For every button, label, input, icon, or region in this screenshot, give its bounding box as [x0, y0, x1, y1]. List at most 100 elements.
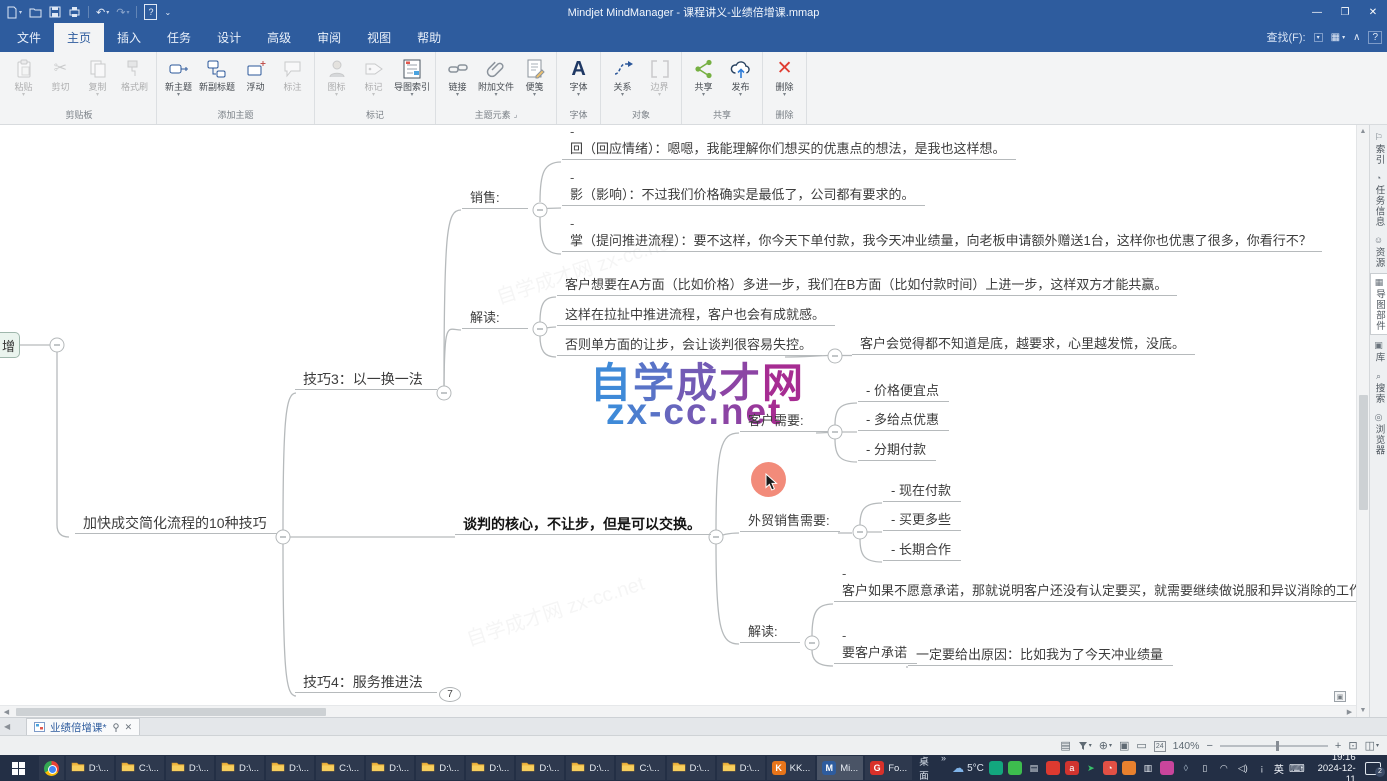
restore-button[interactable]: ❐	[1331, 0, 1359, 24]
chrome-app-button[interactable]	[39, 756, 64, 780]
document-tab[interactable]: 业绩倍增课* ✕	[26, 718, 140, 735]
folder-window-button-8[interactable]: D:\...	[416, 756, 464, 780]
schedule-icon[interactable]: 24	[1154, 741, 1166, 752]
phone-tray-icon[interactable]: ▯	[1198, 761, 1212, 775]
save-icon[interactable]	[49, 4, 61, 20]
pointer-tray-icon[interactable]: ➤	[1084, 761, 1098, 775]
vertical-scrollbar[interactable]: ▲ ▼	[1356, 125, 1369, 717]
floating-topic-button[interactable]: 浮动	[237, 53, 274, 106]
topic-sales[interactable]: 销售:	[462, 189, 528, 209]
topic-sales-need[interactable]: 外贸销售需要:	[740, 512, 840, 532]
horizontal-scroll-thumb[interactable]	[16, 708, 326, 716]
collapse-ribbon-icon[interactable]: ∧	[1353, 32, 1360, 43]
fit-topic-icon[interactable]: ▣	[1119, 740, 1129, 752]
scroll-right-icon[interactable]: ▶	[1343, 708, 1356, 716]
tab-scroll-left-icon[interactable]: ◀	[0, 718, 26, 735]
close-tab-icon[interactable]: ✕	[125, 722, 133, 733]
new-document-icon[interactable]: ▾	[6, 4, 22, 20]
stats-tray-icon[interactable]: ▥	[1141, 761, 1155, 775]
g-app-button[interactable]: GFo...	[865, 756, 912, 780]
map-properties-icon[interactable]: ▤	[1060, 740, 1070, 752]
new-topic-button[interactable]: 新主题▾	[160, 53, 197, 106]
folder-window-button-4[interactable]: D:\...	[216, 756, 264, 780]
presentation-icon[interactable]: ◫▾	[1365, 740, 1379, 752]
horizontal-scrollbar[interactable]: ◀ ▶	[0, 705, 1356, 717]
scroll-up-icon[interactable]: ▲	[1357, 125, 1369, 138]
font-button[interactable]: A字体▾	[560, 53, 597, 106]
share-button[interactable]: 共享▾	[685, 53, 722, 106]
folder-window-button-9[interactable]: D:\...	[466, 756, 514, 780]
ribbon-tab-视图[interactable]: 视图	[354, 23, 404, 52]
ribbon-help-icon[interactable]: ?	[1368, 31, 1382, 44]
folder-window-button-12[interactable]: C:\...	[616, 756, 664, 780]
zoom-slider[interactable]	[1220, 745, 1328, 747]
zoom-in-icon[interactable]: +	[1335, 740, 1341, 752]
wechat-tray-icon[interactable]	[1008, 761, 1022, 775]
topic-customer-need[interactable]: 客户需要:	[740, 412, 828, 432]
filter-icon[interactable]: ▾	[1078, 740, 1092, 752]
dialog-launcher-icon[interactable]: ⌟	[514, 110, 518, 119]
topic-lache[interactable]: 这样在拉扯中推进流程，客户也会有成就感。	[557, 306, 835, 326]
scroll-left-icon[interactable]: ◀	[0, 708, 13, 716]
capture-tray-icon[interactable]	[989, 761, 1003, 775]
ribbon-tab-审阅[interactable]: 审阅	[304, 23, 354, 52]
topic-main[interactable]: 加快成交简化流程的10种技巧	[75, 514, 277, 534]
folder-window-button-14[interactable]: D:\...	[717, 756, 765, 780]
topic-long-term[interactable]: - 长期合作	[883, 541, 961, 561]
topic-hui[interactable]: -回（回应情绪）：嗯嗯，我能理解你们想买的优惠点的想法，是我也这样想。	[562, 125, 1016, 160]
folder-window-button-5[interactable]: D:\...	[266, 756, 314, 780]
pane-tab-导图部件[interactable]: ▦导图部件	[1370, 273, 1387, 335]
action-center-icon[interactable]: 2	[1365, 762, 1381, 775]
mindmanager-app-button[interactable]: MMi...	[817, 756, 863, 780]
help-icon[interactable]: ?	[144, 4, 157, 20]
microphone-tray-icon[interactable]: ¡	[1255, 761, 1269, 775]
topic-buy-more[interactable]: - 买更多些	[883, 511, 961, 531]
scroll-down-icon[interactable]: ▼	[1357, 704, 1369, 717]
topic-give-reason[interactable]: 一定要给出原因：比如我为了今天冲业绩量	[908, 646, 1173, 666]
aliwangwang-tray-icon[interactable]: a	[1065, 761, 1079, 775]
topic-juede[interactable]: 客户会觉得都不知道是底，越要求，心里越发慌，没底。	[852, 335, 1195, 355]
ribbon-tab-插入[interactable]: 插入	[104, 23, 154, 52]
publish-button[interactable]: 发布▾	[722, 53, 759, 106]
topic-commit-long[interactable]: -客户如果不愿意承诺，那就说明客户还没有认定要买，就需要继续做说服和异议消除的工…	[834, 565, 1356, 602]
topic-tech3[interactable]: 技巧3：以一换一法	[295, 370, 437, 390]
topic-ying[interactable]: -影（影响）：不过我们价格确实是最低了，公司都有要求的。	[562, 169, 925, 206]
folder-window-button-3[interactable]: D:\...	[166, 756, 214, 780]
notes-button[interactable]: 便笺▾	[516, 53, 553, 106]
folder-window-button-7[interactable]: D:\...	[366, 756, 414, 780]
clock[interactable]: 19:162024-12-11	[1310, 752, 1356, 781]
pie-tray-icon[interactable]: ◔	[1103, 761, 1117, 775]
fit-page-icon[interactable]: ▭	[1136, 740, 1146, 752]
minimize-button[interactable]: —	[1303, 0, 1331, 24]
volume-tray-icon[interactable]: ◁)	[1236, 761, 1250, 775]
overflow-chevron-icon[interactable]: »	[941, 754, 946, 762]
pane-tab-资源[interactable]: ☺资源	[1370, 232, 1387, 271]
close-button[interactable]: ✕	[1359, 0, 1387, 24]
touch-keyboard-icon[interactable]: ⌨	[1289, 762, 1305, 775]
topic-discount[interactable]: - 多给点优惠	[858, 411, 949, 431]
start-button[interactable]	[0, 755, 38, 781]
zoom-slider-thumb[interactable]	[1276, 741, 1279, 751]
topic-win-win[interactable]: 客户想要在A方面（比如价格）多进一步，我们在B方面（比如付款时间）上进一步，这样…	[557, 276, 1177, 296]
topic-installment[interactable]: - 分期付款	[858, 441, 936, 461]
clipboard-tray-icon[interactable]: ▤	[1027, 761, 1041, 775]
collapsed-count-badge[interactable]: 7	[439, 687, 461, 702]
topic-pay-now[interactable]: - 现在付款	[883, 482, 961, 502]
topic-core[interactable]: 谈判的核心，不让步，但是可以交换。	[455, 515, 711, 535]
flame-tray-icon[interactable]	[1122, 761, 1136, 775]
new-subtopic-button[interactable]: 新副标题	[197, 53, 237, 106]
topic-jiedu-1[interactable]: 解读:	[462, 309, 528, 329]
vertical-scroll-thumb[interactable]	[1359, 395, 1368, 510]
pane-tab-浏览器[interactable]: ◎浏览器	[1370, 409, 1387, 459]
topic-jiedu-2[interactable]: 解读:	[740, 623, 800, 643]
folder-window-button-1[interactable]: D:\...	[66, 756, 114, 780]
zoom-out-icon[interactable]: −	[1206, 740, 1212, 752]
folder-window-button-10[interactable]: D:\...	[516, 756, 564, 780]
folder-window-button-11[interactable]: D:\...	[566, 756, 614, 780]
network-tray-icon[interactable]: ◠	[1217, 761, 1231, 775]
relationship-button[interactable]: 关系▾	[604, 53, 641, 106]
mouse-tray-icon[interactable]: ◊	[1179, 761, 1193, 775]
open-icon[interactable]	[29, 4, 42, 20]
fit-map-icon[interactable]: ⊡	[1348, 740, 1357, 752]
ribbon-tab-文件[interactable]: 文件	[4, 23, 54, 52]
